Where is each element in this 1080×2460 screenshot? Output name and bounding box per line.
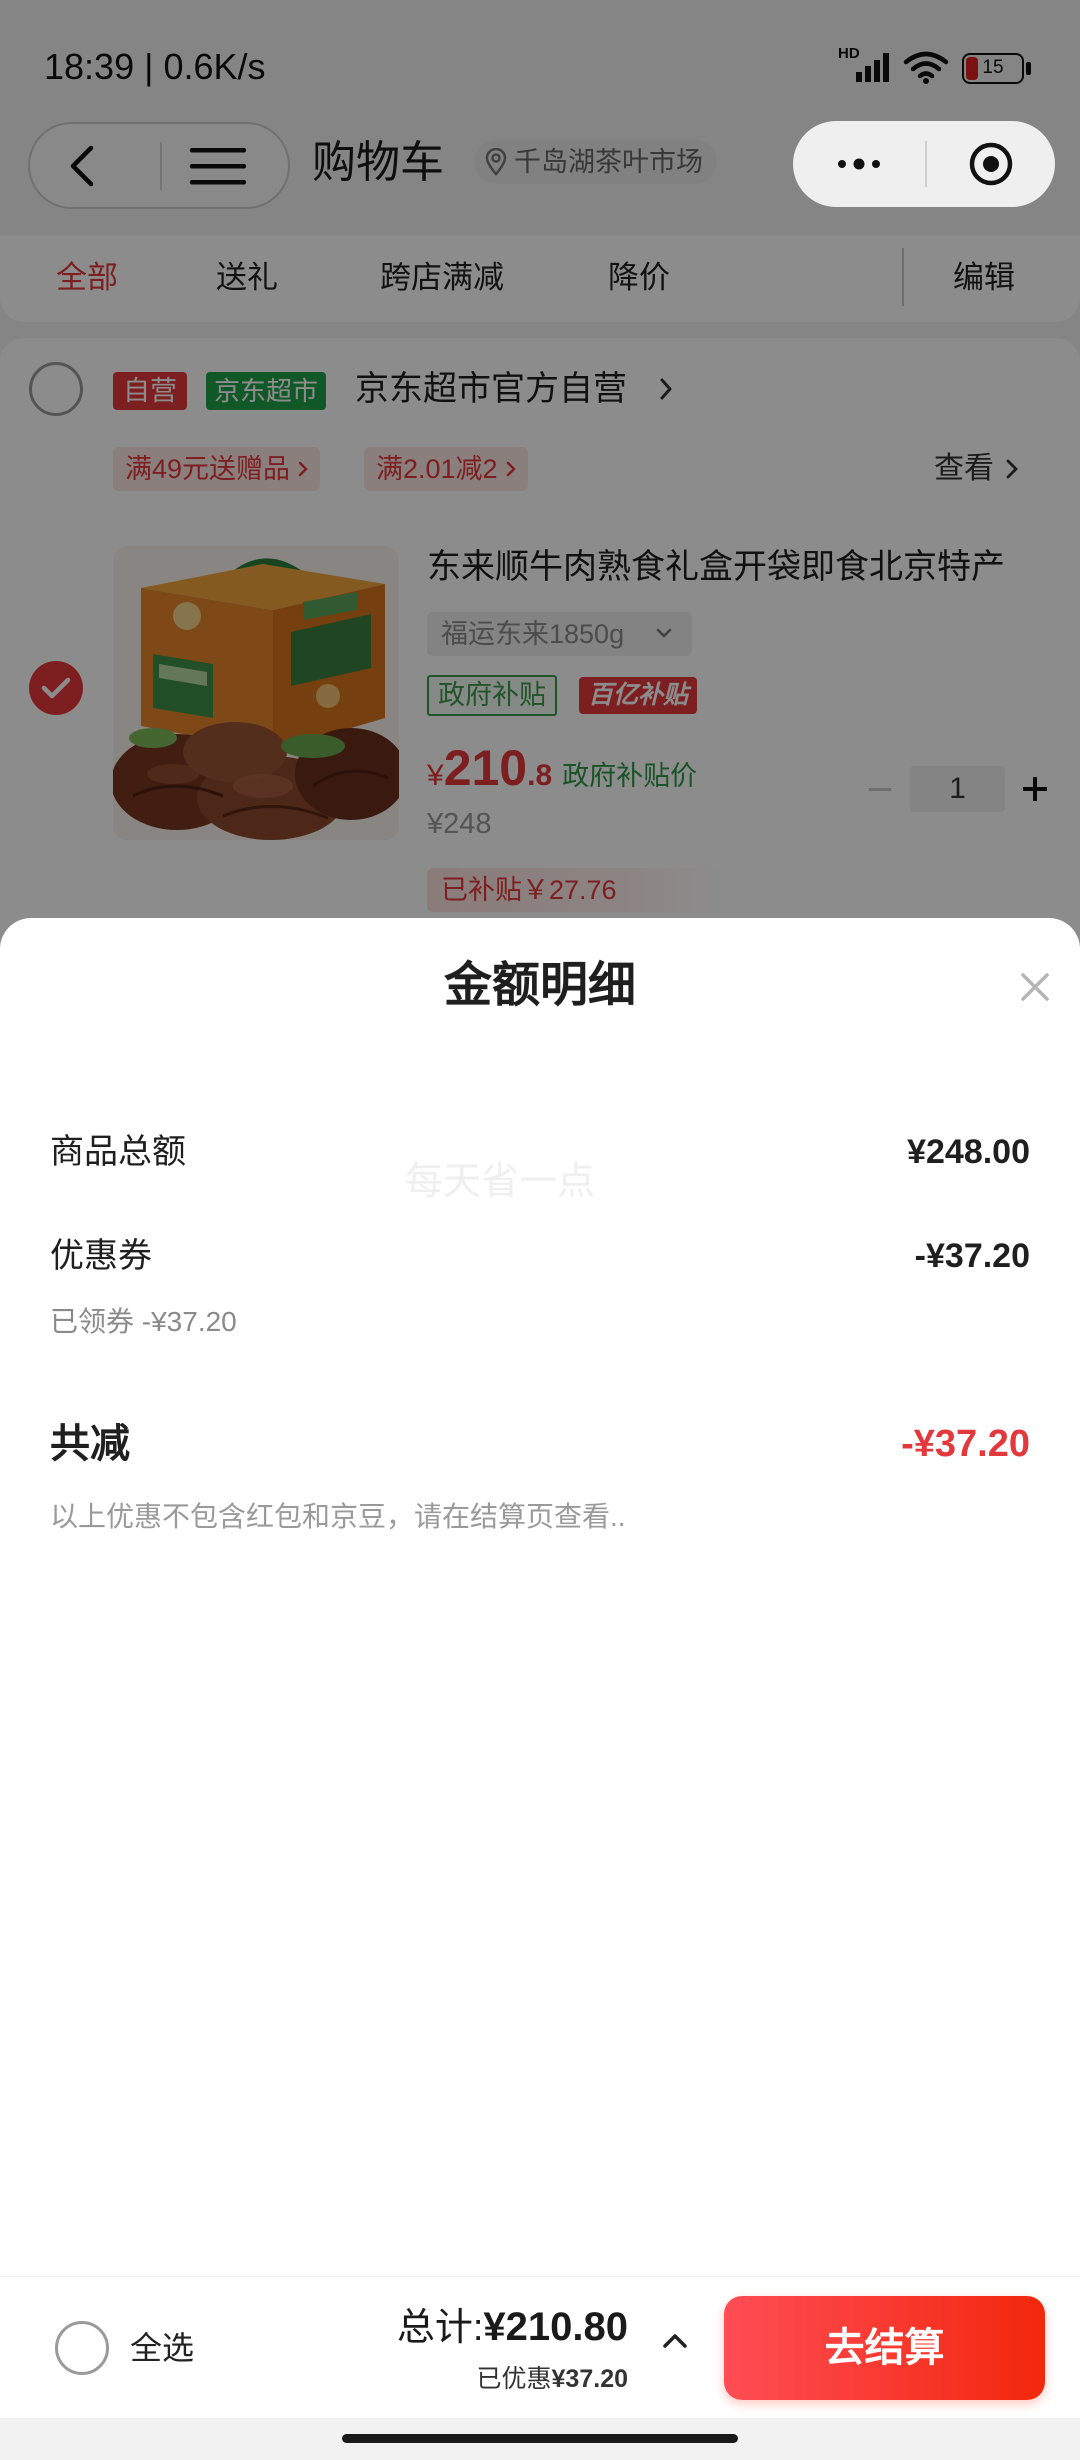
total-value: ¥210.80: [483, 2305, 628, 2349]
more-button[interactable]: [817, 132, 901, 196]
coupon-label: 优惠券: [50, 1237, 152, 1275]
coupon-value: -¥37.20: [914, 1237, 1030, 1275]
close-icon: [1021, 973, 1049, 1001]
nav-capsule-right: [793, 121, 1055, 207]
target-icon: [969, 142, 1013, 186]
close-app-button[interactable]: [957, 132, 1025, 196]
amount-detail-sheet: 金额明细 每天省一点 商品总额 ¥248.00 优惠券 -¥37.20 已领券 …: [0, 918, 1080, 2460]
select-all-checkbox[interactable]: [55, 2321, 109, 2375]
more-dots-icon: [838, 158, 880, 170]
checkout-bar: 全选 总计:¥210.80 已优惠¥37.20 去结算: [0, 2276, 1080, 2418]
chevron-up-icon: [663, 2334, 687, 2348]
toggle-detail-button[interactable]: [658, 2327, 692, 2355]
checkout-button[interactable]: 去结算: [724, 2296, 1045, 2400]
coupon-detail: 已领券 -¥37.20: [50, 1306, 237, 1337]
total-label: 总计:: [396, 2307, 484, 2349]
total-discount-value: -¥37.20: [901, 1423, 1030, 1465]
total-amount: 总计:¥210.80: [397, 2299, 628, 2364]
goods-total-label: 商品总额: [50, 1133, 186, 1171]
sheet-title: 金额明细: [443, 959, 636, 1012]
watermark-text: 每天省一点: [405, 1161, 596, 1203]
goods-total-value: ¥248.00: [907, 1133, 1030, 1171]
discount-note: 以上优惠不包含红包和京豆，请在结算页查看..: [50, 1501, 626, 1532]
close-button[interactable]: [1018, 970, 1052, 1004]
home-indicator[interactable]: [342, 2434, 738, 2443]
total-discount-label: 共减: [50, 1422, 130, 1466]
capsule-divider: [925, 141, 927, 187]
saved-amount: 已优惠¥37.20: [477, 2361, 628, 2397]
saved-value: ¥37.20: [551, 2365, 628, 2393]
saved-label: 已优惠: [476, 2365, 552, 2393]
select-all-label[interactable]: 全选: [130, 2325, 194, 2371]
